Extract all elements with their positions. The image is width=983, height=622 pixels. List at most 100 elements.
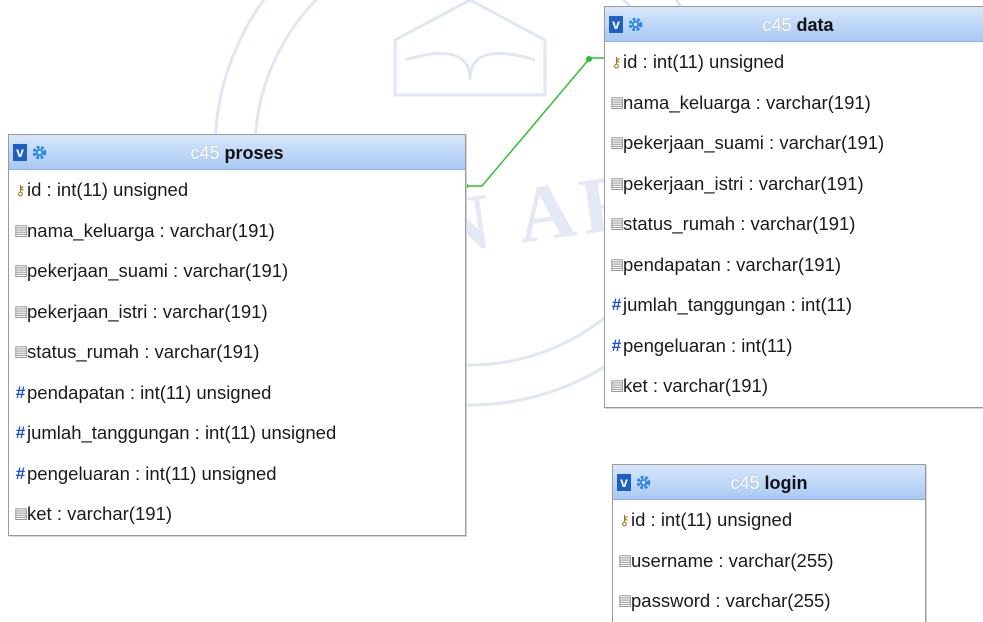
text-field-icon: ▤: [14, 505, 29, 522]
numeric-field-icon: #: [15, 463, 26, 483]
column-name: status_rumah: [27, 341, 140, 362]
column-type: : varchar(191): [720, 253, 842, 275]
table-name: proses: [224, 143, 284, 163]
column-name: nama_keluarga: [623, 91, 751, 113]
column-name: jumlah_tanggungan: [623, 294, 786, 315]
text-field-icon: ▤: [610, 377, 625, 394]
column-row[interactable]: ⚷ id : int(11) unsigned: [613, 500, 925, 541]
column-row[interactable]: # jumlah_tanggungan : int(11) unsigned: [9, 413, 465, 454]
column-name: ket: [623, 375, 648, 396]
column-row[interactable]: ▤ pekerjaan_suami : varchar(191): [605, 123, 983, 164]
column-name: nama_keluarga: [27, 219, 155, 241]
column-name: pekerjaan_suami: [27, 260, 168, 281]
column-name: jumlah_tanggungan: [27, 422, 190, 443]
table-header[interactable]: v c45 data: [605, 7, 983, 42]
table-login[interactable]: v c45 login ⚷ id : int(11) unsigned ▤ usern…: [612, 464, 926, 622]
text-field-icon: ▤: [610, 215, 625, 232]
column-name: pekerjaan_istri: [623, 172, 744, 194]
column-row[interactable]: ▤ ket : varchar(191): [605, 366, 983, 407]
column-type: : varchar(191): [51, 503, 172, 524]
text-field-icon: ▤: [14, 302, 29, 320]
column-type: : int(11) unsigned: [129, 462, 277, 484]
column-name: pengeluaran: [623, 334, 726, 356]
column-name: id: [27, 179, 42, 200]
column-list: ⚷ id : int(11) unsigned ▤ nama_keluarga : v…: [605, 42, 983, 407]
key-icon: ⚷: [611, 54, 622, 70]
database-name: c45: [190, 143, 220, 163]
column-type: : varchar(255): [713, 549, 834, 571]
table-header[interactable]: v c45 login: [613, 465, 925, 500]
text-field-icon: ▤: [610, 134, 625, 151]
database-name: c45: [762, 15, 792, 35]
column-row[interactable]: # pendapatan : int(11) unsigned: [9, 373, 465, 414]
text-field-icon: ▤: [14, 221, 29, 239]
table-name: data: [796, 15, 834, 35]
column-row[interactable]: ⚷ id : int(11) unsigned: [9, 170, 465, 211]
column-row[interactable]: ▤ nama_keluarga : varchar(191): [9, 211, 465, 252]
column-row[interactable]: ▤ pekerjaan_istri : varchar(191): [9, 292, 465, 333]
key-icon: ⚷: [619, 512, 630, 528]
table-proses[interactable]: v c45 proses ⚷ id : int(11) unsigned ▤ nama…: [8, 134, 466, 536]
column-name: pengeluaran: [27, 462, 130, 484]
column-row[interactable]: ▤ password : varchar(255): [613, 581, 925, 622]
column-type: : int(11): [725, 334, 793, 356]
column-row[interactable]: ▤ pekerjaan_suami : varchar(191): [9, 251, 465, 292]
database-name: c45: [730, 473, 760, 493]
column-type: : int(11) unsigned: [124, 381, 272, 403]
column-name: id: [623, 51, 638, 72]
column-type: : varchar(191): [750, 91, 871, 113]
table-title: c45 proses: [9, 143, 465, 164]
column-row[interactable]: ▤ pendapatan : varchar(191): [605, 245, 983, 286]
column-list: ⚷ id : int(11) unsigned ▤ username : varcha…: [613, 500, 925, 622]
column-type: : int(11) unsigned: [645, 509, 793, 530]
text-field-icon: ▤: [14, 262, 29, 279]
column-name: id: [631, 509, 646, 530]
column-name: pekerjaan_suami: [623, 132, 764, 153]
numeric-field-icon: #: [15, 423, 26, 442]
column-type: : varchar(191): [743, 172, 864, 194]
column-row[interactable]: ▤ pekerjaan_istri : varchar(191): [605, 164, 983, 205]
column-name: pekerjaan_istri: [27, 300, 148, 322]
table-name: login: [764, 473, 808, 493]
table-data[interactable]: v c45 data ⚷ id : int(11) unsigned ▤ nama_k…: [604, 6, 983, 408]
relation-start-marker: [586, 56, 592, 62]
column-type: : int(11): [785, 294, 853, 315]
text-field-icon: ▤: [610, 174, 625, 192]
column-name: pendapatan: [27, 381, 125, 403]
column-row[interactable]: # pengeluaran : int(11): [605, 326, 983, 367]
column-type: : int(11) unsigned: [41, 179, 189, 200]
column-name: username: [631, 549, 714, 571]
numeric-field-icon: #: [611, 295, 622, 314]
text-field-icon: ▤: [14, 343, 29, 360]
table-title: c45 data: [605, 15, 983, 36]
column-row[interactable]: ⚷ id : int(11) unsigned: [605, 42, 983, 83]
column-name: status_rumah: [623, 213, 736, 234]
text-field-icon: ▤: [610, 93, 625, 111]
column-type: : varchar(191): [763, 132, 885, 153]
column-row[interactable]: # pengeluaran : int(11) unsigned: [9, 454, 465, 495]
column-row[interactable]: ▤ status_rumah : varchar(191): [605, 204, 983, 245]
column-type: : varchar(191): [647, 375, 768, 396]
column-row[interactable]: ▤ nama_keluarga : varchar(191): [605, 83, 983, 124]
column-row[interactable]: ▤ status_rumah : varchar(191): [9, 332, 465, 373]
column-row[interactable]: ▤ ket : varchar(191): [9, 494, 465, 535]
column-type: : varchar(191): [139, 341, 260, 362]
column-name: ket: [27, 503, 52, 524]
column-row[interactable]: ▤ username : varchar(255): [613, 541, 925, 582]
column-row[interactable]: # jumlah_tanggungan : int(11): [605, 285, 983, 326]
table-header[interactable]: v c45 proses: [9, 135, 465, 170]
numeric-field-icon: #: [15, 382, 26, 402]
column-type: : varchar(191): [154, 219, 275, 241]
column-name: pendapatan: [623, 253, 721, 275]
column-type: : varchar(191): [147, 300, 268, 322]
column-type: : varchar(191): [167, 260, 289, 281]
column-type: : varchar(191): [735, 213, 856, 234]
text-field-icon: ▤: [610, 255, 625, 273]
column-list: ⚷ id : int(11) unsigned ▤ nama_keluarga : v…: [9, 170, 465, 535]
key-icon: ⚷: [15, 182, 26, 198]
numeric-field-icon: #: [611, 335, 622, 355]
column-name: password: [631, 590, 711, 611]
text-field-icon: ▤: [618, 592, 633, 609]
column-type: : int(11) unsigned: [189, 422, 337, 443]
column-type: : varchar(255): [710, 590, 831, 611]
